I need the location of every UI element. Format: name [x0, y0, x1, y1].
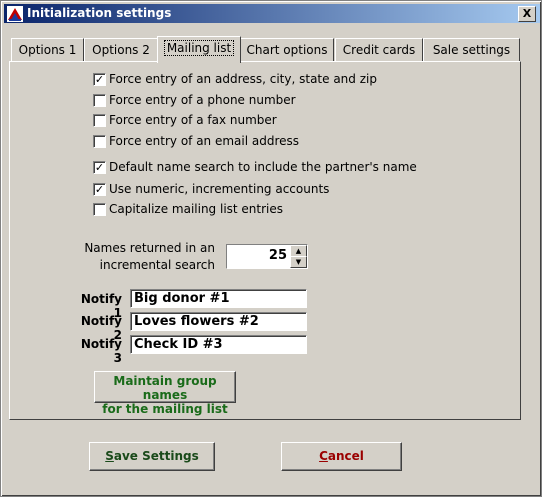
tab-label: Options 1 — [18, 43, 77, 57]
window-title: Initialization settings — [27, 6, 172, 20]
group-button-line2: for the mailing list — [102, 402, 228, 416]
tab-options-2[interactable]: Options 2 — [84, 38, 158, 61]
cancel-label: ancel — [327, 449, 364, 463]
cancel-accel: C — [319, 449, 328, 463]
checkbox[interactable] — [93, 114, 106, 127]
tab-mailing-list[interactable]: Mailing list — [157, 36, 241, 63]
notify-3-label: Notify 3 — [80, 337, 122, 365]
option-label: Force entry of an address, city, state a… — [109, 72, 377, 86]
names-returned-line1: Names returned in an — [84, 241, 215, 255]
checkbox[interactable] — [93, 135, 106, 148]
tab-label: Chart options — [246, 43, 328, 57]
option-label: Force entry of an email address — [109, 134, 300, 148]
save-label: ave Settings — [113, 449, 199, 463]
settings-window: Initialization settings X Options 1 Opti… — [0, 0, 542, 497]
close-icon: X — [522, 7, 532, 20]
save-accel: S — [105, 449, 114, 463]
checkbox[interactable] — [93, 94, 106, 107]
notify-1-field[interactable]: Big donor #1 — [130, 289, 307, 308]
cancel-button[interactable]: Cancel — [281, 442, 402, 471]
tab-chart-options[interactable]: Chart options — [240, 38, 334, 61]
names-returned-value[interactable]: 25 — [269, 248, 287, 263]
option-label: Capitalize mailing list entries — [109, 202, 284, 216]
tab-sale-settings[interactable]: Sale settings — [423, 38, 520, 61]
tab-options-1[interactable]: Options 1 — [11, 38, 84, 61]
checkbox[interactable] — [93, 203, 106, 216]
names-returned-label: Names returned in an incremental search — [82, 240, 215, 274]
names-returned-line2: incremental search — [99, 258, 215, 272]
checkbox[interactable]: ✓ — [93, 73, 106, 86]
option-label: Default name search to include the partn… — [109, 160, 417, 174]
names-returned-stepper[interactable]: 25 ▲ ▼ — [226, 244, 308, 269]
tab-label: Options 2 — [92, 43, 150, 57]
option-label: Force entry of a phone number — [109, 93, 296, 107]
option-label: Use numeric, incrementing accounts — [109, 182, 330, 196]
notify-3-field[interactable]: Check ID #3 — [130, 335, 307, 354]
group-button-line1: Maintain group names — [113, 374, 217, 402]
tab-label: Mailing list — [163, 40, 235, 56]
app-icon — [7, 6, 23, 22]
close-button[interactable]: X — [518, 6, 536, 22]
maintain-group-names-button[interactable]: Maintain group names for the mailing lis… — [94, 371, 236, 416]
notify-2-field[interactable]: Loves flowers #2 — [130, 312, 307, 331]
checkbox[interactable]: ✓ — [93, 161, 106, 174]
tab-label: Sale settings — [432, 43, 511, 57]
tab-credit-cards[interactable]: Credit cards — [335, 38, 423, 61]
checkbox[interactable]: ✓ — [93, 183, 106, 196]
mailing-list-panel: ✓ Force entry of an address, city, state… — [9, 61, 521, 420]
option-label: Force entry of a fax number — [109, 113, 277, 127]
tab-label: Credit cards — [342, 43, 416, 57]
save-settings-button[interactable]: Save Settings — [89, 442, 215, 471]
title-bar[interactable]: Initialization settings X — [4, 4, 540, 23]
spin-down-icon[interactable]: ▼ — [290, 256, 307, 268]
